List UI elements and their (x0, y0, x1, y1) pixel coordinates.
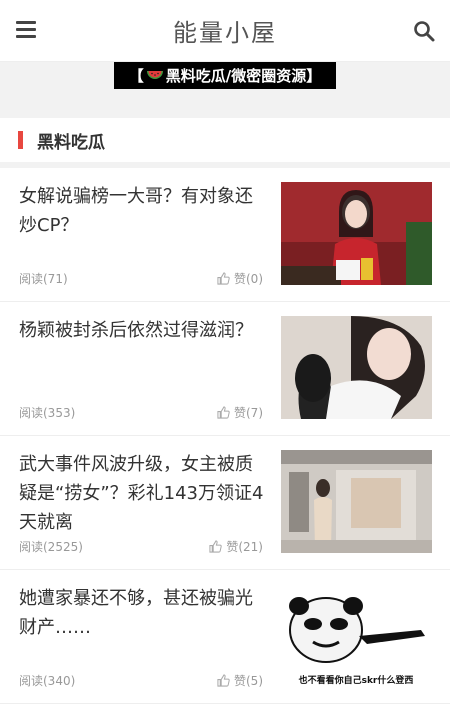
search-icon[interactable] (412, 19, 436, 43)
thumbs-up-icon (217, 272, 230, 285)
article-list: 女解说骗榜一大哥？有对象还炒CP？ 阅读(71) 赞(0) 杨颖被封杀后依然过得… (0, 168, 450, 704)
article-title[interactable]: 武大事件风波升级，女主被质疑是“捞女”？彩礼143万领证4天就离 (19, 450, 267, 537)
article-meta: 阅读(71) 赞(0) (19, 270, 263, 287)
banner-area: 【 黑料吃瓜/微密圈资源】 (0, 62, 450, 116)
thumbs-up-icon (217, 406, 230, 419)
like-count: 赞(5) (234, 674, 263, 688)
like-button[interactable]: 赞(0) (217, 270, 263, 287)
article-meta: 阅读(340) 赞(5) (19, 672, 263, 689)
article-thumbnail[interactable] (281, 450, 432, 553)
section-title: 黑料吃瓜 (37, 132, 105, 153)
article-title[interactable]: 杨颖被封杀后依然过得滋润？ (19, 316, 267, 345)
article-item[interactable]: 她遭家暴还不够，甚还被骗光财产…… 阅读(340) 赞(5) 也不看看你自己sk… (0, 570, 450, 704)
like-button[interactable]: 赞(5) (217, 672, 263, 689)
article-thumbnail[interactable] (281, 316, 432, 419)
banner-text-left: 【 (128, 67, 144, 85)
top-bar: 能量小屋 (0, 0, 450, 62)
article-item[interactable]: 武大事件风波升级，女主被质疑是“捞女”？彩礼143万领证4天就离 阅读(2525… (0, 436, 450, 570)
read-count: 阅读(353) (19, 406, 76, 420)
thumbs-up-icon (217, 674, 230, 687)
thumbs-up-icon (209, 540, 223, 553)
like-button[interactable]: 赞(7) (217, 404, 263, 421)
site-title[interactable]: 能量小屋 (173, 13, 277, 48)
read-count: 阅读(340) (19, 674, 76, 688)
article-title[interactable]: 女解说骗榜一大哥？有对象还炒CP？ (19, 182, 267, 240)
meme-caption: 也不看看你自己skr什么登西 (299, 674, 414, 686)
like-count: 赞(21) (226, 540, 263, 554)
watermelon-icon (146, 70, 163, 79)
article-item[interactable]: 杨颖被封杀后依然过得滋润？ 阅读(353) 赞(7) (0, 302, 450, 436)
article-meta: 阅读(2525) 赞(21) (19, 538, 263, 555)
promo-banner[interactable]: 【 黑料吃瓜/微密圈资源】 (114, 62, 336, 89)
section-accent-bar (18, 131, 23, 149)
section-header: 黑料吃瓜 (0, 118, 450, 162)
menu-icon[interactable] (16, 21, 36, 39)
article-meta: 阅读(353) 赞(7) (19, 404, 263, 421)
read-count: 阅读(71) (19, 272, 68, 286)
article-title[interactable]: 她遭家暴还不够，甚还被骗光财产…… (19, 584, 267, 642)
like-count: 赞(7) (234, 406, 263, 420)
article-thumbnail[interactable]: 也不看看你自己skr什么登西 (281, 584, 432, 687)
like-button[interactable]: 赞(21) (209, 538, 263, 555)
article-thumbnail[interactable] (281, 182, 432, 285)
like-count: 赞(0) (234, 272, 263, 286)
read-count: 阅读(2525) (19, 540, 83, 554)
banner-text-right: 黑料吃瓜/微密圈资源】 (165, 67, 322, 85)
article-item[interactable]: 女解说骗榜一大哥？有对象还炒CP？ 阅读(71) 赞(0) (0, 168, 450, 302)
